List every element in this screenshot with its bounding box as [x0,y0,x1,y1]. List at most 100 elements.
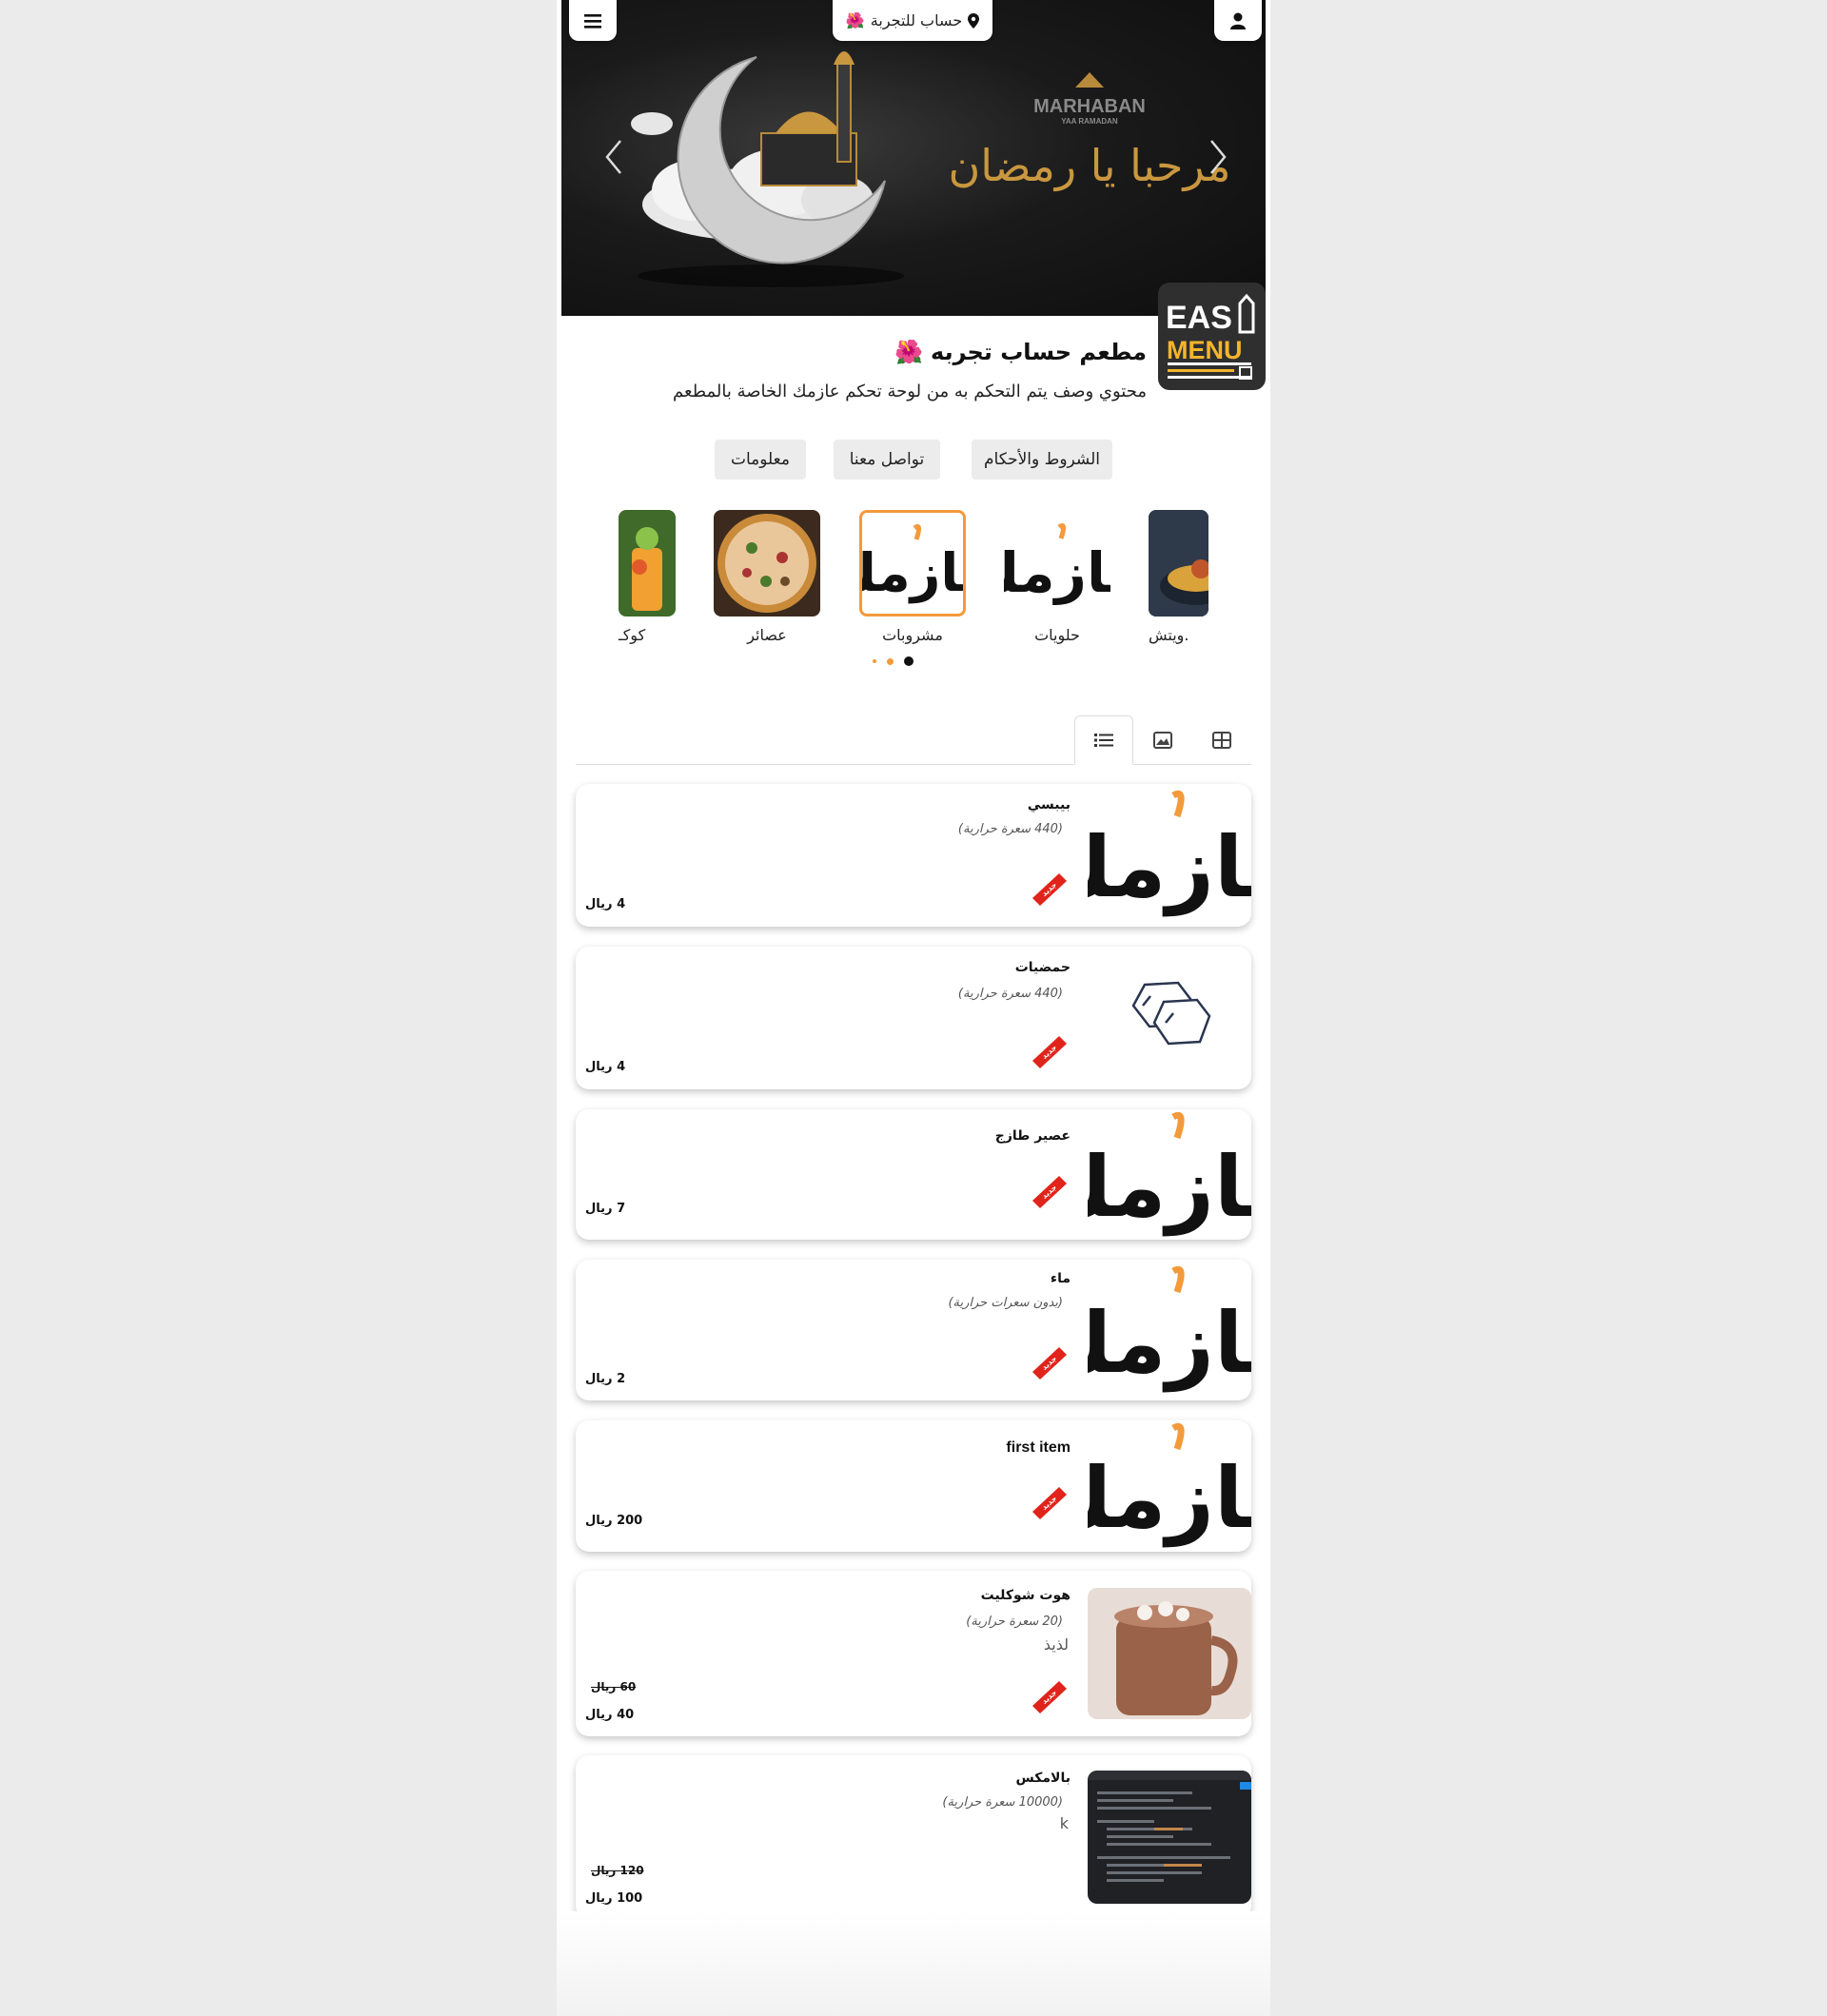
item-image [1088,1771,1251,1904]
page-bottom-fade [557,1911,1270,2016]
category-item-selected[interactable]: عازمك مشروبات [859,510,966,644]
item-calories: (440 سعرة حرارية) [957,822,1063,836]
item-image [1088,1588,1251,1719]
new-badge-icon: جديد [1032,873,1067,906]
branch-label: حساب للتجربة [870,11,963,29]
item-price: 40 ريال [585,1708,635,1722]
item-description: لذيذ [1043,1635,1069,1654]
menu-item-card[interactable]: عازمك first item جديد 200 ريال [576,1420,1251,1552]
category-item[interactable]: كوكـ [619,510,676,644]
category-label: حلويات [1034,626,1080,644]
promo-banner[interactable]: MARHABAN YAA RAMADAN مرحبا يا رمضان [561,0,1266,316]
item-name: حمضيات [1014,960,1071,975]
new-badge-icon: جديد [1032,1681,1067,1713]
category-pagination [873,656,914,666]
menu-item-card[interactable]: عازمك بيبسي (440 سعرة حرارية) جديد 4 ريا… [576,784,1251,927]
category-label: .ويتش [1149,626,1189,644]
item-name: first item [1006,1439,1071,1456]
list-view-tab[interactable] [1074,715,1133,765]
terms-button[interactable]: الشروط والأحكام [972,440,1112,480]
grid-view-tab[interactable] [1192,715,1251,765]
restaurant-description: محتوي وصف يتم التحكم به من لوحة تحكم عاز… [673,382,1147,401]
restaurant-title: مطعم حساب تجربه 🌺 [894,339,1147,365]
pagination-dot[interactable] [887,657,894,665]
item-image: عازمك [1088,784,1251,927]
new-badge-icon: جديد [1032,1036,1067,1068]
image-view-tab[interactable] [1133,715,1192,765]
item-old-price: 60 ريال [591,1680,637,1693]
user-icon [1230,12,1246,29]
svg-text:مرحبا يا رمضان: مرحبا يا رمضان [949,140,1231,192]
svg-text:عازمك: عازمك [862,542,963,603]
item-calories: (20 سعرة حرارية) [966,1615,1063,1629]
category-item[interactable]: .ويتش [1149,510,1208,644]
location-pin-icon [968,12,980,29]
svg-text:YAA RAMADAN: YAA RAMADAN [1061,117,1118,126]
item-price: 4 ريال [585,897,626,911]
svg-text:عازمك: عازمك [1088,1449,1251,1547]
item-calories: (440 سعرة حرارية) [957,987,1063,1001]
hamburger-icon [584,13,601,29]
branch-emoji: 🌺 [845,11,865,29]
new-badge-icon: جديد [1032,1487,1067,1519]
category-item[interactable]: عازمك حلويات [1004,510,1110,644]
category-label: كوكـ [619,626,646,644]
pagination-dot-active[interactable] [904,656,914,666]
item-image: عازمك [1088,1109,1251,1240]
restaurant-emoji: 🌺 [894,339,924,365]
item-price: 200 ريال [585,1514,643,1528]
item-name: هوت شوكليت [980,1588,1071,1603]
new-badge-icon: جديد [1032,1347,1067,1380]
svg-text:عازمك: عازمك [1004,540,1110,605]
image-icon [1153,732,1172,749]
easy-menu-logo: EAS MENU [1158,283,1266,390]
item-price: 100 ريال [585,1891,643,1906]
grid-icon [1212,732,1231,749]
branch-selector[interactable]: حساب للتجربة 🌺 [833,0,992,41]
banner-prev-arrow[interactable] [599,133,628,181]
menu-item-card[interactable]: بالامكس (10000 سعرة حرارية) k 120 ريال 1… [576,1755,1251,1919]
code-screenshot-image [1088,1771,1251,1904]
ramadan-banner-art: MARHABAN YAA RAMADAN مرحبا يا رمضان [631,51,1231,287]
svg-text:عازمك: عازمك [1088,1294,1251,1392]
item-image [1088,947,1251,1089]
category-pizza-image [714,510,820,617]
user-account-button[interactable] [1214,0,1262,41]
item-price: 7 ريال [585,1202,626,1216]
category-label: مشروبات [882,626,943,644]
item-calories: (بدون سعرات حرارية) [948,1296,1063,1310]
menu-item-card[interactable]: حمضيات (440 سعرة حرارية) جديد 4 ريال [576,947,1251,1089]
svg-text:MENU: MENU [1167,336,1243,364]
item-description: k [1059,1814,1069,1832]
menu-item-card[interactable]: عازمك عصير طازج جديد 7 ريال [576,1109,1251,1240]
pagination-dot[interactable] [873,659,876,663]
restaurant-name: مطعم حساب تجربه [931,339,1147,365]
svg-text:MARHABAN: MARHABAN [1033,96,1146,117]
item-name: بيبسي [1027,797,1071,812]
citrus-outline-icon [1131,981,1211,1046]
item-name: ماء [1050,1271,1071,1286]
category-logo-image: عازمك [1004,510,1110,617]
category-drink-image [619,510,676,617]
menu-item-card[interactable]: عازمك ماء (بدون سعرات حرارية) جديد 2 ريا… [576,1260,1251,1400]
list-icon [1094,734,1113,747]
svg-text:عازمك: عازمك [1088,818,1251,916]
svg-text:عازمك: عازمك [1088,1138,1251,1236]
category-label: عصائر [747,626,787,644]
contact-button[interactable]: تواصل معنا [834,440,940,480]
menu-item-card[interactable]: هوت شوكليت (20 سعرة حرارية) لذيذ جديد 60… [576,1571,1251,1736]
item-calories: (10000 سعرة حرارية) [942,1795,1063,1810]
item-old-price: 120 ريال [591,1864,644,1877]
category-logo-image: عازمك [859,510,966,617]
category-food-image [1149,510,1208,617]
item-price: 4 ريال [585,1060,626,1074]
new-badge-icon: جديد [1032,1176,1067,1208]
item-image: عازمك [1088,1420,1251,1552]
item-price: 2 ريال [585,1372,626,1386]
info-button[interactable]: معلومات [715,440,806,480]
item-name: عصير طازج [994,1128,1071,1144]
category-item[interactable]: عصائر [714,510,820,644]
banner-next-arrow[interactable] [1204,133,1232,181]
item-image: عازمك [1088,1260,1251,1400]
menu-button[interactable] [569,0,617,41]
